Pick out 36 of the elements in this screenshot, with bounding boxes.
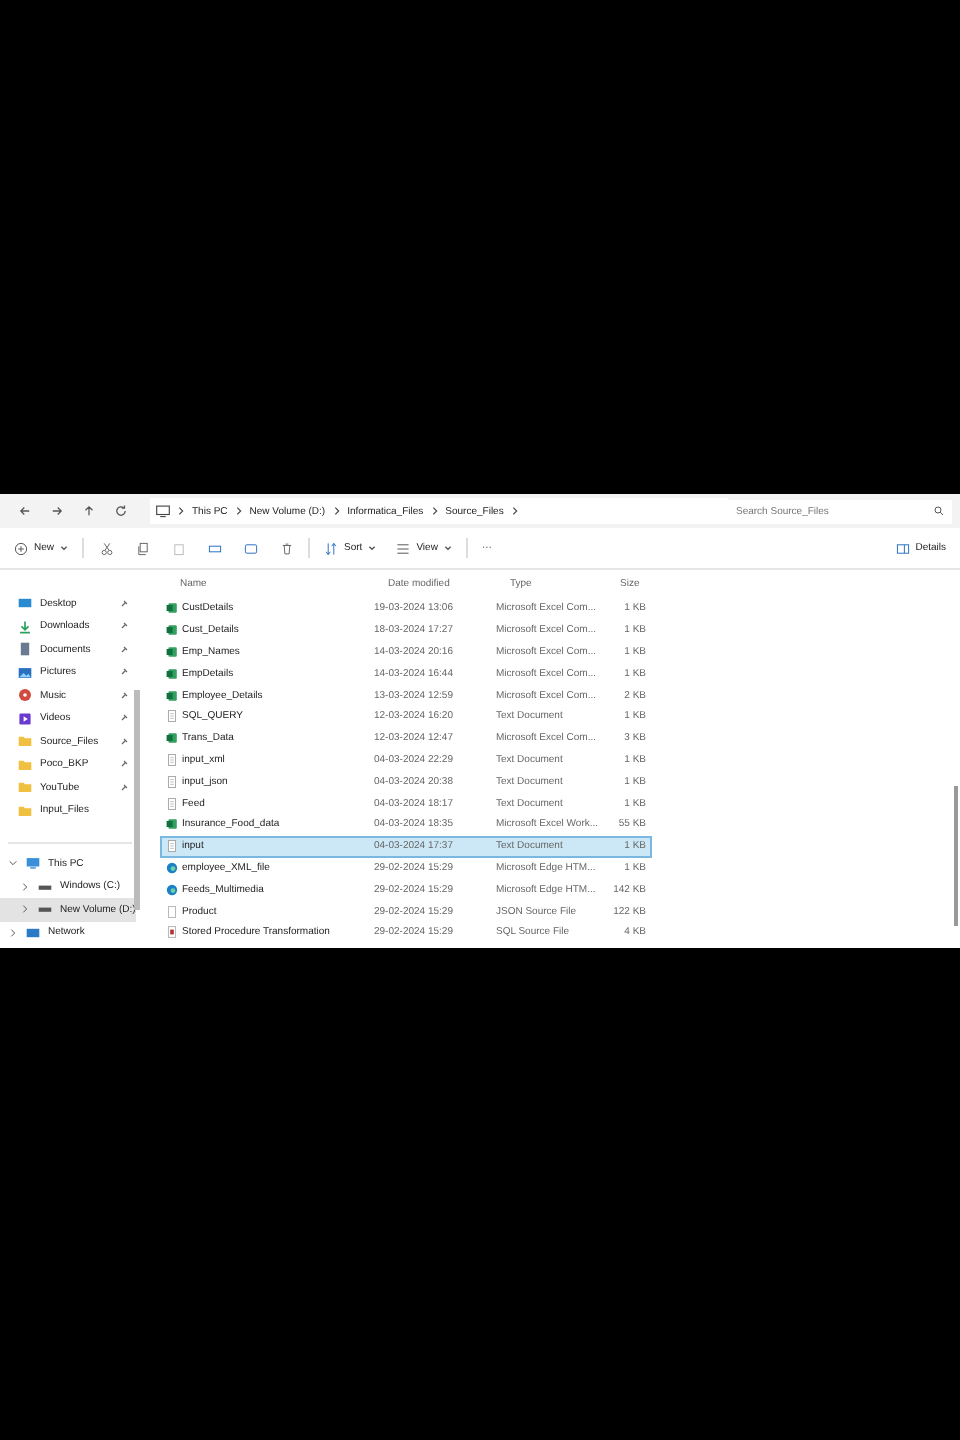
caret-icon	[368, 544, 377, 552]
document-icon	[166, 775, 178, 788]
list-icon	[396, 541, 411, 555]
expand-icon[interactable]	[8, 858, 18, 869]
chevron-icon	[233, 506, 244, 516]
image-icon	[18, 665, 32, 680]
scrollbar[interactable]	[134, 690, 140, 910]
chevron-icon	[429, 506, 440, 516]
document-icon	[166, 905, 178, 918]
database-file-icon	[166, 926, 178, 939]
spreadsheet-icon	[166, 732, 178, 745]
document-icon	[166, 710, 178, 723]
music-icon	[18, 688, 32, 703]
search-icon	[934, 506, 944, 516]
desktop-icon	[18, 596, 32, 611]
computer-icon	[156, 504, 170, 518]
chevron-icon	[509, 506, 520, 516]
chevron-icon	[176, 506, 186, 516]
document-icon	[166, 797, 178, 810]
panel-icon	[895, 541, 910, 555]
expand-icon[interactable]	[20, 881, 30, 892]
sort-icon	[324, 541, 339, 555]
spreadsheet-icon	[166, 818, 178, 831]
caret-icon	[60, 544, 69, 552]
expand-icon[interactable]	[20, 904, 30, 915]
document-icon	[166, 753, 178, 766]
scrollbar[interactable]	[954, 786, 958, 926]
video-icon	[18, 711, 32, 726]
chevron-icon	[331, 506, 342, 516]
document-icon	[166, 840, 178, 853]
computer-icon	[26, 856, 40, 871]
plus-icon	[14, 541, 28, 555]
caret-icon	[443, 544, 452, 552]
document-icon	[18, 642, 32, 657]
download-icon	[18, 619, 32, 634]
expand-icon[interactable]	[8, 927, 18, 938]
